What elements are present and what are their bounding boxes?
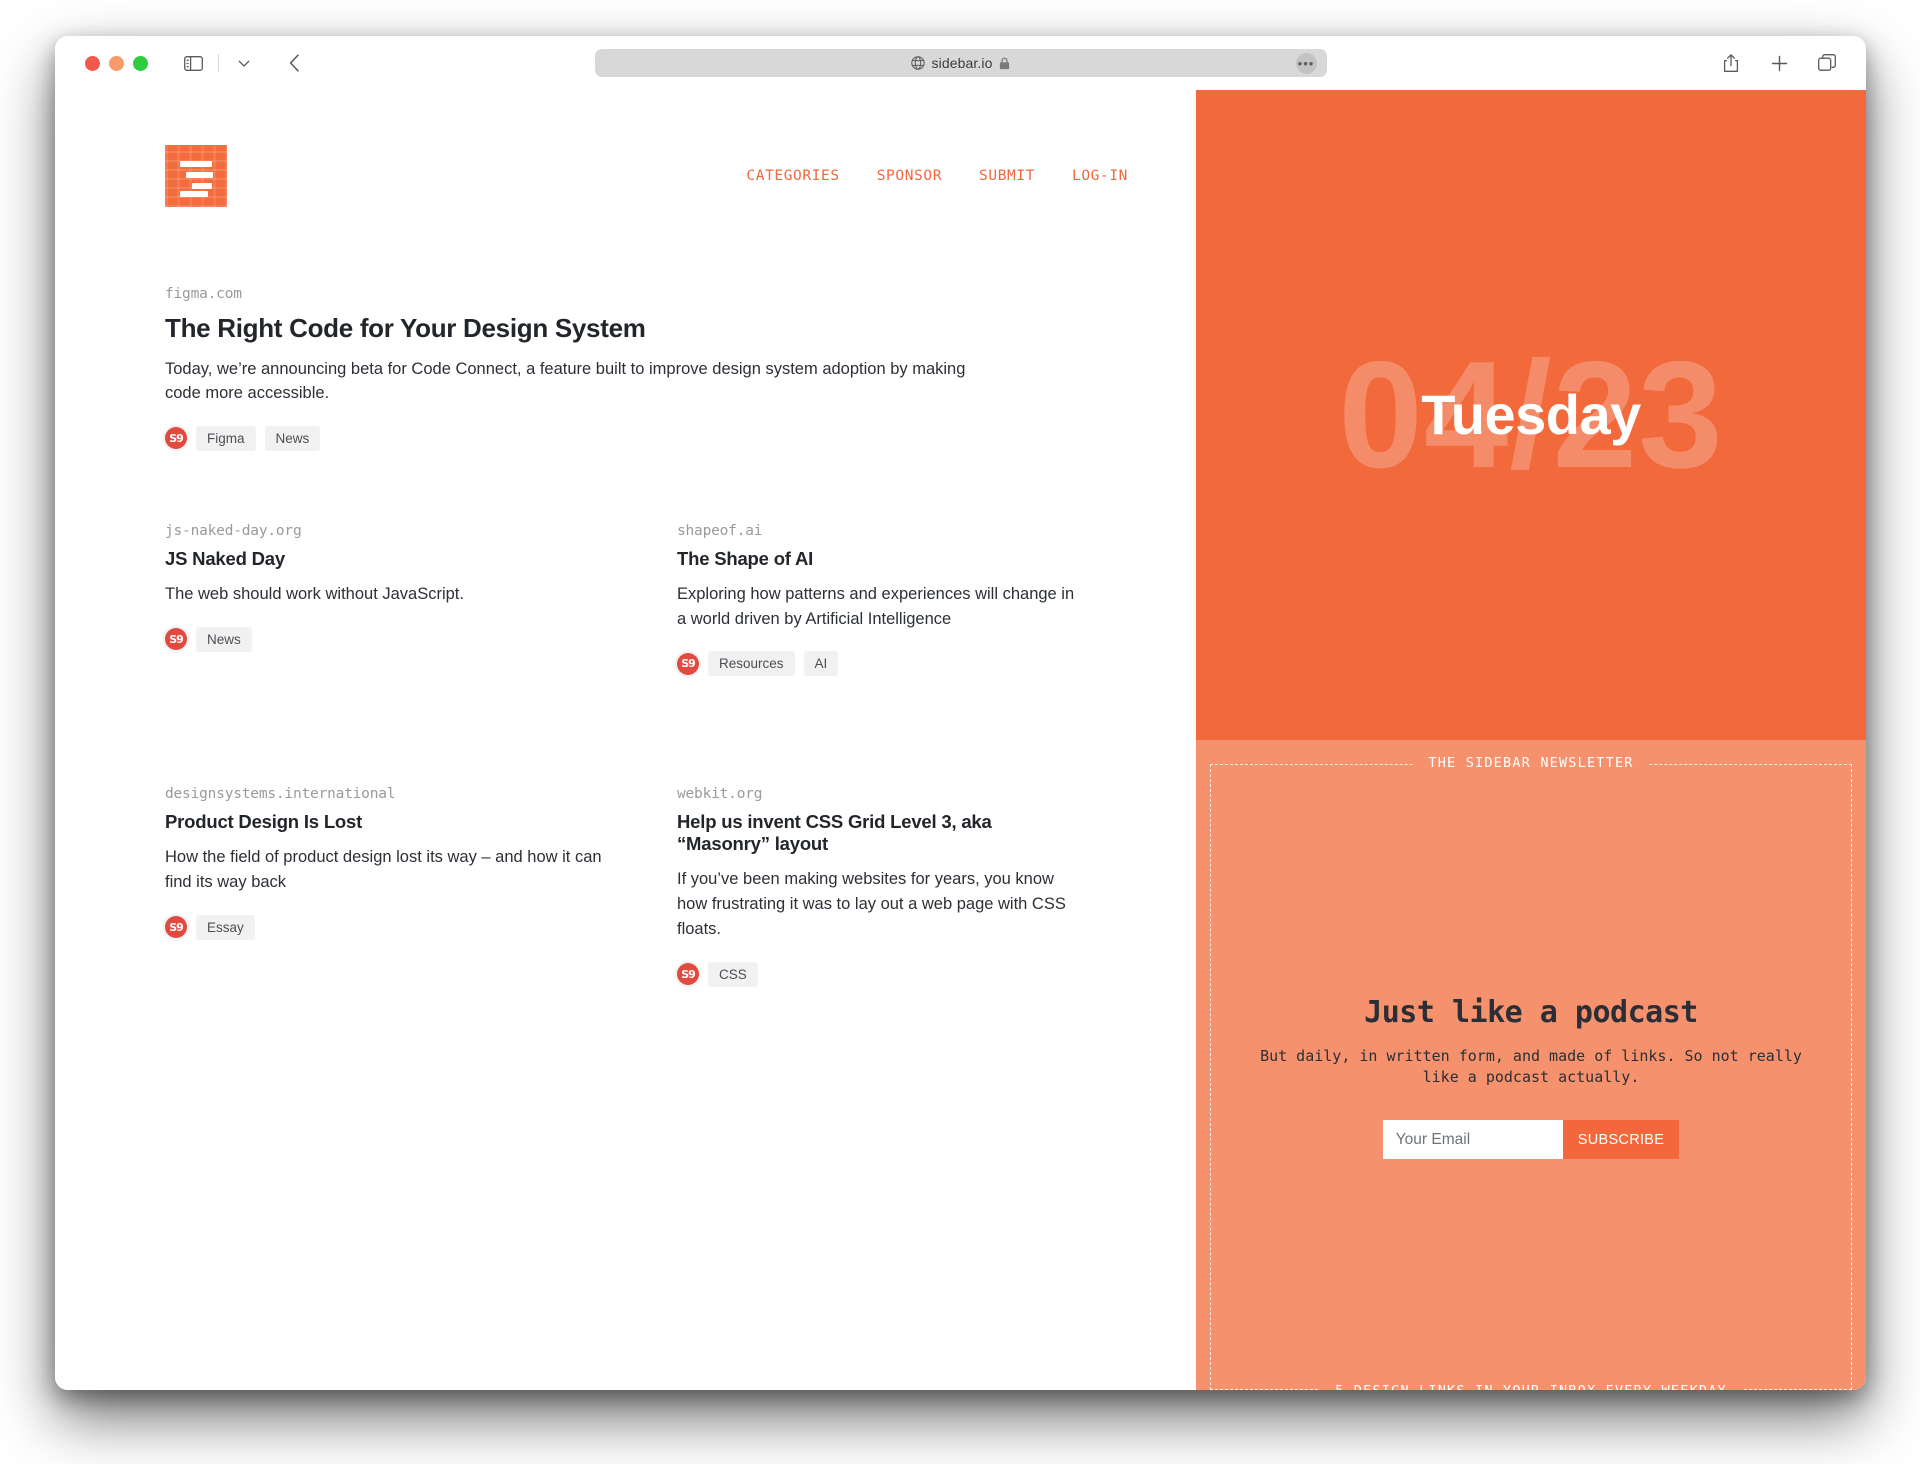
article-grid-row-2: designsystems.international Product Desi… (165, 786, 1196, 987)
sidebar-logo[interactable] (165, 145, 227, 207)
article-tag[interactable]: Figma (196, 425, 256, 451)
nav-link-categories[interactable]: CATEGORIES (746, 168, 839, 184)
browser-window: sidebar.io ••• CATEGORIES SPONSOR SUBMIT… (55, 36, 1866, 1390)
nav-link-submit[interactable]: SUBMIT (979, 168, 1035, 184)
article-tag[interactable]: News (196, 626, 252, 652)
site-header: CATEGORIES SPONSOR SUBMIT LOG-IN (165, 128, 1196, 224)
subscribe-button[interactable]: SUBSCRIBE (1562, 1120, 1680, 1160)
article-tag[interactable]: CSS (708, 961, 758, 987)
sidebar-toggle-icon[interactable] (176, 48, 210, 78)
main-navigation: CATEGORIES SPONSOR SUBMIT LOG-IN (746, 168, 1128, 184)
logo-bar (186, 172, 213, 178)
article-source: shapeof.ai (677, 522, 763, 539)
nav-link-login[interactable]: LOG-IN (1072, 168, 1128, 184)
date-weekday: Tuesday (1421, 383, 1641, 446)
lock-icon (999, 57, 1010, 70)
globe-icon (910, 56, 925, 70)
newsletter-footnote: 5 DESIGN LINKS IN YOUR INBOX EVERY WEEKD… (1319, 1383, 1743, 1390)
minimize-window-button[interactable] (109, 55, 124, 71)
article-card[interactable]: shapeof.ai The Shape of AI Exploring how… (677, 523, 1136, 677)
date-panel: 04/23 Tuesday (1196, 90, 1866, 740)
desktop-backdrop: sidebar.io ••• CATEGORIES SPONSOR SUBMIT… (0, 0, 1920, 1464)
close-window-button[interactable] (85, 55, 100, 71)
article-source: webkit.org (677, 786, 763, 803)
article-tag[interactable]: AI (803, 651, 839, 677)
share-icon[interactable] (1714, 48, 1748, 78)
article-source: designsystems.international (165, 786, 396, 803)
article-tags: S9 Figma News (165, 425, 976, 451)
back-chevron-icon[interactable] (277, 48, 311, 78)
titlebar-divider (218, 54, 219, 72)
sidebar-badge-icon: S9 (165, 628, 187, 651)
article-card[interactable]: designsystems.international Product Desi… (165, 786, 677, 986)
maximize-window-button[interactable] (133, 55, 148, 71)
article-title[interactable]: Product Design Is Lost (165, 811, 617, 833)
page-content: CATEGORIES SPONSOR SUBMIT LOG-IN figma.c… (55, 90, 1866, 1390)
article-description: How the field of product design lost its… (165, 848, 602, 892)
article-tags: S9 Essay (165, 914, 617, 940)
article-source: js-naked-day.org (165, 522, 302, 539)
address-more-button[interactable]: ••• (1295, 52, 1317, 74)
sidebar-badge-icon: S9 (677, 652, 699, 675)
newsletter-legend: THE SIDEBAR NEWSLETTER (1412, 755, 1650, 771)
article-tags: S9 Resources AI (677, 651, 1076, 677)
address-url-text: sidebar.io (931, 55, 993, 71)
logo-bar (180, 161, 212, 167)
nav-link-sponsor[interactable]: SPONSOR (877, 168, 942, 184)
newsletter-subtitle: But daily, in written form, and made of … (1260, 1046, 1802, 1086)
address-bar-container: sidebar.io ••• (594, 49, 1327, 77)
sidebar-badge-icon: S9 (165, 916, 187, 939)
newsletter-panel: THE SIDEBAR NEWSLETTER Just like a podca… (1196, 740, 1866, 1390)
article-title[interactable]: JS Naked Day (165, 548, 617, 570)
logo-bar (180, 191, 208, 197)
tabs-icon[interactable] (1810, 48, 1844, 78)
article-description: Exploring how patterns and experiences w… (677, 584, 1075, 628)
article-description: The web should work without JavaScript. (165, 584, 464, 603)
article-source: figma.com (165, 286, 242, 302)
browser-titlebar: sidebar.io ••• (55, 36, 1866, 90)
address-content: sidebar.io (910, 55, 1011, 71)
article-card[interactable]: webkit.org Help us invent CSS Grid Level… (677, 786, 1136, 987)
newsletter-title: Just like a podcast (1364, 994, 1698, 1030)
article-title[interactable]: The Right Code for Your Design System (165, 313, 976, 344)
logo-bar (192, 183, 212, 189)
sidebar-badge-icon: S9 (165, 427, 187, 450)
article-title[interactable]: Help us invent CSS Grid Level 3, aka “Ma… (677, 811, 1076, 855)
sidebar-badge-icon: S9 (677, 963, 699, 986)
newsletter-box: THE SIDEBAR NEWSLETTER Just like a podca… (1210, 755, 1852, 1390)
email-input[interactable] (1382, 1120, 1563, 1160)
article-tag[interactable]: News (264, 425, 321, 451)
plus-icon[interactable] (1762, 48, 1796, 78)
article-description: Today, we’re announcing beta for Code Co… (165, 360, 966, 402)
chevron-down-icon[interactable] (227, 48, 261, 78)
article-card[interactable]: js-naked-day.org JS Naked Day The web sh… (165, 523, 677, 677)
article-tags: S9 CSS (677, 961, 1076, 987)
article-tag[interactable]: Essay (196, 914, 255, 940)
hero-article[interactable]: figma.com The Right Code for Your Design… (165, 286, 1196, 451)
titlebar-right-controls (1714, 48, 1844, 78)
sidebar-panel: 04/23 Tuesday THE SIDEBAR NEWSLETTER Jus… (1196, 90, 1866, 1390)
article-tags: S9 News (165, 626, 617, 652)
titlebar-left-controls (176, 48, 311, 78)
subscribe-form: SUBSCRIBE (1382, 1120, 1680, 1160)
article-tag[interactable]: Resources (708, 651, 795, 677)
address-bar[interactable]: sidebar.io ••• (594, 49, 1327, 77)
article-feed: CATEGORIES SPONSOR SUBMIT LOG-IN figma.c… (55, 90, 1196, 1390)
article-title[interactable]: The Shape of AI (677, 548, 1076, 570)
article-description: If you’ve been making websites for years… (677, 870, 1066, 938)
article-grid-row-1: js-naked-day.org JS Naked Day The web sh… (165, 523, 1196, 677)
window-traffic-lights (85, 55, 148, 71)
